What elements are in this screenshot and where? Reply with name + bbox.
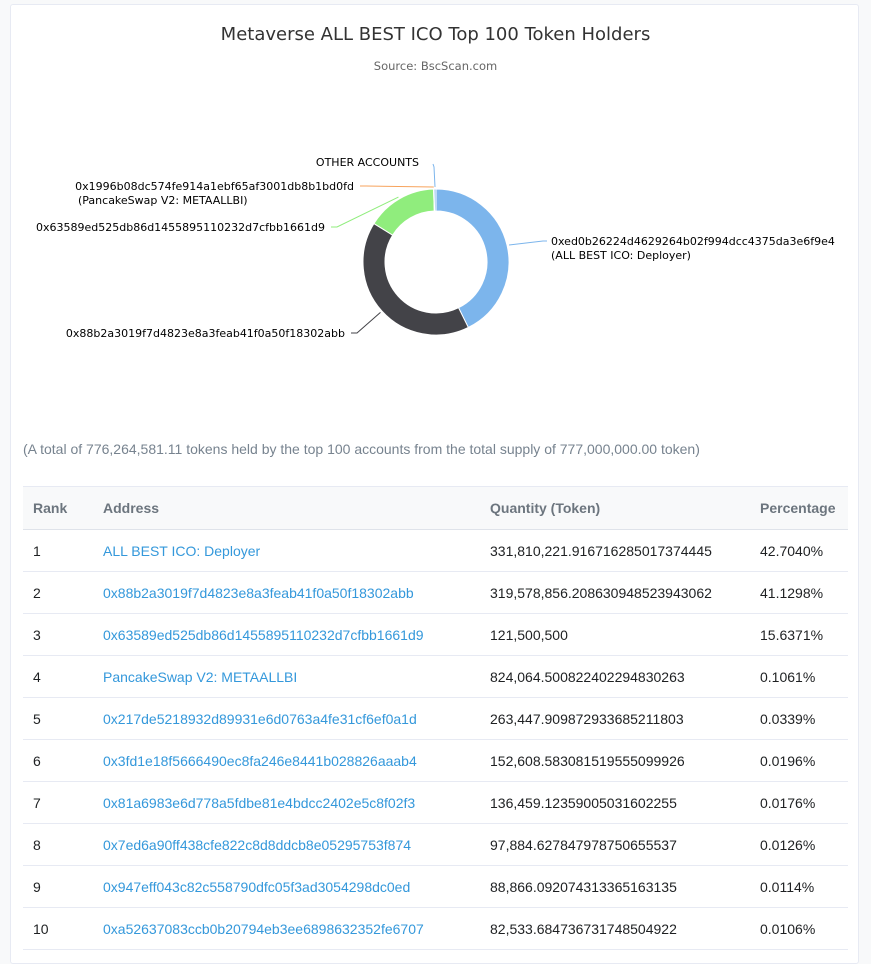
- percentage-cell: 0.0114%: [750, 865, 848, 908]
- address-cell: 0x3fd1e18f5666490ec8fa246e8441b028826aaa…: [93, 739, 480, 782]
- percentage-cell: 0.0196%: [750, 739, 848, 782]
- pie-slice[interactable]: [373, 188, 435, 236]
- rank-cell: 9: [23, 865, 93, 908]
- address-cell: PancakeSwap V2: METAALLBI: [93, 655, 480, 698]
- pie-slice-label: 0x88b2a3019f7d4823e8a3feab41f0a50f18302a…: [66, 327, 345, 340]
- address-cell: 0x88b2a3019f7d4823e8a3feab41f0a50f18302a…: [93, 571, 480, 614]
- pie-slice-label: 0x63589ed525db86d1455895110232d7cfbb1661…: [36, 221, 325, 234]
- holders-pie-chart: Metaverse ALL BEST ICO Top 100 Token Hol…: [0, 0, 871, 420]
- percentage-cell: 42.7040%: [750, 529, 848, 572]
- address-cell: 0x63589ed525db86d1455895110232d7cfbb1661…: [93, 613, 480, 656]
- pie-svg: 0xed0b26224d4629264b02f994dcc4375da3e6f9…: [36, 156, 835, 340]
- rank-header: Rank: [23, 486, 93, 530]
- pie-slice[interactable]: [435, 188, 510, 329]
- holder-address-link[interactable]: ALL BEST ICO: Deployer: [103, 543, 260, 559]
- quantity-cell: 152,608.583081519555099926: [480, 739, 750, 782]
- table-row: 8 0x7ed6a90ff438cfe822c8d8ddcb8e05295753f…: [23, 823, 848, 866]
- pie-slice[interactable]: [362, 222, 469, 336]
- holder-address-link[interactable]: 0x3fd1e18f5666490ec8fa246e8441b028826aaa…: [103, 753, 417, 769]
- quantity-cell: 82,533.684736731748504922: [480, 907, 750, 950]
- table-row: 6 0x3fd1e18f5666490ec8fa246e8441b028826aa…: [23, 739, 848, 782]
- percentage-cell: 0.0126%: [750, 823, 848, 866]
- holders-table: Rank Address Quantity (Token) Percentage…: [23, 486, 848, 950]
- address-cell: 0x217de5218932d89931e6d0763a4fe31cf6ef0a…: [93, 697, 480, 740]
- address-cell: 0x81a6983e6d778a5fdbe81e4bdcc2402e5c8f02…: [93, 781, 480, 824]
- percentage-cell: 41.1298%: [750, 571, 848, 614]
- pie-slice-label: OTHER ACCOUNTS: [316, 156, 419, 169]
- percentage-cell: 0.0176%: [750, 781, 848, 824]
- holder-address-link[interactable]: 0x947eff043c82c558790dfc05f3ad3054298dc0…: [103, 879, 410, 895]
- pie-slice-sublabel: (ALL BEST ICO: Deployer): [551, 249, 691, 262]
- table-row: 10 0xa52637083ccb0b20794eb3ee6898632352fe…: [23, 907, 848, 950]
- rank-cell: 5: [23, 697, 93, 740]
- pie-slice-label: 0x1996b08dc574fe914a1ebf65af3001db8b1bd0…: [75, 180, 354, 193]
- table-row: 9 0x947eff043c82c558790dfc05f3ad3054298dc…: [23, 865, 848, 908]
- pie-connector: [351, 312, 381, 334]
- pie-slice-label: 0xed0b26224d4629264b02f994dcc4375da3e6f9…: [551, 235, 835, 248]
- quantity-cell: 88,866.092074313365163135: [480, 865, 750, 908]
- table-row: 3 0x63589ed525db86d1455895110232d7cfbb166…: [23, 613, 848, 656]
- rank-cell: 1: [23, 529, 93, 572]
- address-cell: ALL BEST ICO: Deployer: [93, 529, 480, 572]
- holders-summary: (A total of 776,264,581.11 tokens held b…: [23, 441, 700, 457]
- address-cell: 0x7ed6a90ff438cfe822c8d8ddcb8e05295753f8…: [93, 823, 480, 866]
- pie-slice[interactable]: [433, 188, 437, 212]
- percentage-cell: 0.0106%: [750, 907, 848, 950]
- percentage-cell: 0.1061%: [750, 655, 848, 698]
- holder-address-link[interactable]: 0xa52637083ccb0b20794eb3ee6898632352fe67…: [103, 921, 424, 937]
- quantity-cell: 263,447.909872933685211803: [480, 697, 750, 740]
- address-cell: 0x947eff043c82c558790dfc05f3ad3054298dc0…: [93, 865, 480, 908]
- rank-cell: 6: [23, 739, 93, 782]
- quantity-cell: 97,884.627847978750655537: [480, 823, 750, 866]
- table-row: 2 0x88b2a3019f7d4823e8a3feab41f0a50f18302…: [23, 571, 848, 614]
- table-row: 5 0x217de5218932d89931e6d0763a4fe31cf6ef0…: [23, 697, 848, 740]
- holder-address-link[interactable]: 0x81a6983e6d778a5fdbe81e4bdcc2402e5c8f02…: [103, 795, 415, 811]
- pie-connector: [432, 163, 436, 188]
- table-row: 1 ALL BEST ICO: Deployer 331,810,221.91671…: [23, 529, 848, 572]
- rank-cell: 7: [23, 781, 93, 824]
- holder-address-link[interactable]: 0x217de5218932d89931e6d0763a4fe31cf6ef0a…: [103, 711, 417, 727]
- percentage-header: Percentage: [750, 486, 848, 530]
- rank-cell: 4: [23, 655, 93, 698]
- quantity-cell: 136,459.12359005031602255: [480, 781, 750, 824]
- table-header-row: Rank Address Quantity (Token) Percentage: [23, 486, 848, 530]
- rank-cell: 2: [23, 571, 93, 614]
- address-cell: 0xa52637083ccb0b20794eb3ee6898632352fe67…: [93, 907, 480, 950]
- holder-address-link[interactable]: 0x63589ed525db86d1455895110232d7cfbb1661…: [103, 627, 424, 643]
- address-header: Address: [93, 486, 480, 530]
- quantity-cell: 824,064.500822402294830263: [480, 655, 750, 698]
- holder-address-link[interactable]: PancakeSwap V2: METAALLBI: [103, 669, 297, 685]
- percentage-cell: 15.6371%: [750, 613, 848, 656]
- pie-connector: [508, 240, 547, 246]
- holder-address-link[interactable]: 0x88b2a3019f7d4823e8a3feab41f0a50f18302a…: [103, 585, 414, 601]
- rank-cell: 10: [23, 907, 93, 950]
- holder-address-link[interactable]: 0x7ed6a90ff438cfe822c8d8ddcb8e05295753f8…: [103, 837, 411, 853]
- quantity-header: Quantity (Token): [480, 486, 750, 530]
- pie-slice-sublabel: (PancakeSwap V2: METAALLBI): [78, 194, 248, 207]
- rank-cell: 3: [23, 613, 93, 656]
- percentage-cell: 0.0339%: [750, 697, 848, 740]
- quantity-cell: 319,578,856.208630948523943062: [480, 571, 750, 614]
- table-row: 4 PancakeSwap V2: METAALLBI 824,064.500822…: [23, 655, 848, 698]
- table-row: 7 0x81a6983e6d778a5fdbe81e4bdcc2402e5c8f0…: [23, 781, 848, 824]
- quantity-cell: 121,500,500: [480, 613, 750, 656]
- rank-cell: 8: [23, 823, 93, 866]
- quantity-cell: 331,810,221.916716285017374445: [480, 529, 750, 572]
- pie-connector: [360, 185, 434, 188]
